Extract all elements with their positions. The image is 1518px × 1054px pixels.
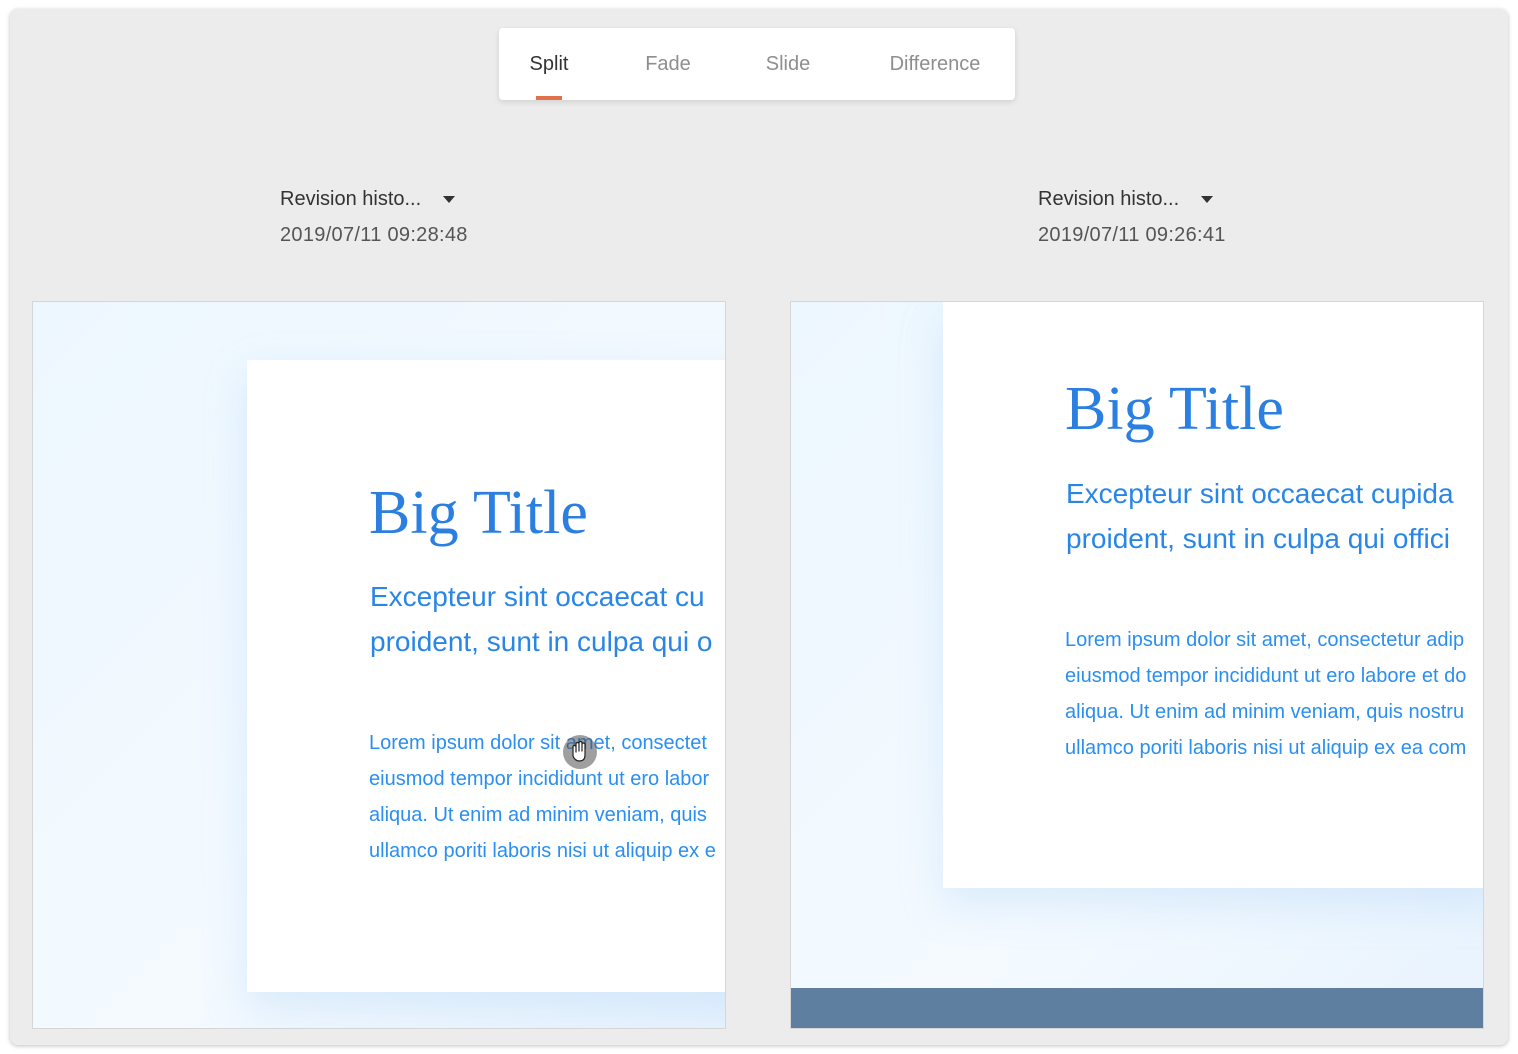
right-slide: Big Title Excepteur sint occaecat cupida… — [943, 302, 1483, 888]
caret-down-icon — [443, 195, 456, 203]
body-line: Lorem ipsum dolor sit amet, consectet — [369, 732, 707, 754]
body-line: ullamco poriti laboris nisi ut aliquip e… — [1065, 737, 1467, 759]
left-slide-title: Big Title — [369, 479, 588, 547]
tab-split-label: Split — [529, 53, 569, 75]
body-line: aliqua. Ut enim ad minim veniam, quis no… — [1065, 701, 1465, 723]
right-revision-label: Revision histo... — [1038, 187, 1180, 210]
left-revision-label: Revision histo... — [280, 187, 422, 210]
right-revision-dropdown[interactable]: Revision histo... — [1038, 184, 1338, 214]
subtitle-line: proident, sunt in culpa qui o — [370, 626, 713, 657]
left-slide-subtitle: Excepteur sint occaecat cu proident, sun… — [370, 574, 712, 664]
tab-difference[interactable]: Difference — [873, 28, 997, 100]
hand-cursor-icon — [563, 735, 597, 769]
tab-fade[interactable]: Fade — [634, 28, 702, 100]
body-line: Lorem ipsum dolor sit amet, consectetur … — [1065, 629, 1465, 651]
right-slide-body: Lorem ipsum dolor sit amet, consectetur … — [1065, 622, 1466, 766]
left-revision-header: Revision histo... 2019/07/11 09:28:48 — [280, 184, 580, 247]
slide-bottom-bar — [791, 988, 1483, 1028]
subtitle-line: Excepteur sint occaecat cupida — [1066, 478, 1454, 509]
left-slide-body: Lorem ipsum dolor sit amet, consectet ei… — [369, 725, 716, 869]
right-slide-subtitle: Excepteur sint occaecat cupida proident,… — [1066, 471, 1454, 561]
right-preview-pane[interactable]: Big Title Excepteur sint occaecat cupida… — [790, 301, 1484, 1029]
right-slide-title: Big Title — [1065, 375, 1284, 443]
caret-down-icon — [1201, 195, 1214, 203]
compare-window: Split Fade Slide Difference Revision his… — [10, 9, 1508, 1045]
subtitle-line: Excepteur sint occaecat cu — [370, 581, 705, 612]
left-revision-timestamp: 2019/07/11 09:28:48 — [280, 224, 468, 246]
left-slide: Big Title Excepteur sint occaecat cu pro… — [247, 360, 725, 992]
tab-fade-label: Fade — [645, 53, 691, 75]
left-preview-pane[interactable]: Big Title Excepteur sint occaecat cu pro… — [32, 301, 726, 1029]
tab-slide[interactable]: Slide — [754, 28, 822, 100]
body-line: aliqua. Ut enim ad minim veniam, quis — [369, 804, 707, 826]
body-line: ullamco poriti laboris nisi ut aliquip e… — [369, 840, 716, 862]
compare-mode-tabs: Split Fade Slide Difference — [499, 28, 1015, 100]
tab-slide-label: Slide — [765, 53, 811, 75]
tab-difference-label: Difference — [889, 53, 981, 75]
active-tab-indicator — [536, 96, 562, 100]
body-line: eiusmod tempor incididunt ut ero labor — [369, 768, 710, 790]
right-revision-timestamp: 2019/07/11 09:26:41 — [1038, 224, 1226, 246]
body-line: eiusmod tempor incididunt ut ero labore … — [1065, 665, 1467, 687]
left-revision-dropdown[interactable]: Revision histo... — [280, 184, 580, 214]
subtitle-line: proident, sunt in culpa qui offici — [1066, 523, 1450, 554]
tab-split[interactable]: Split — [513, 28, 585, 100]
right-revision-header: Revision histo... 2019/07/11 09:26:41 — [1038, 184, 1338, 247]
